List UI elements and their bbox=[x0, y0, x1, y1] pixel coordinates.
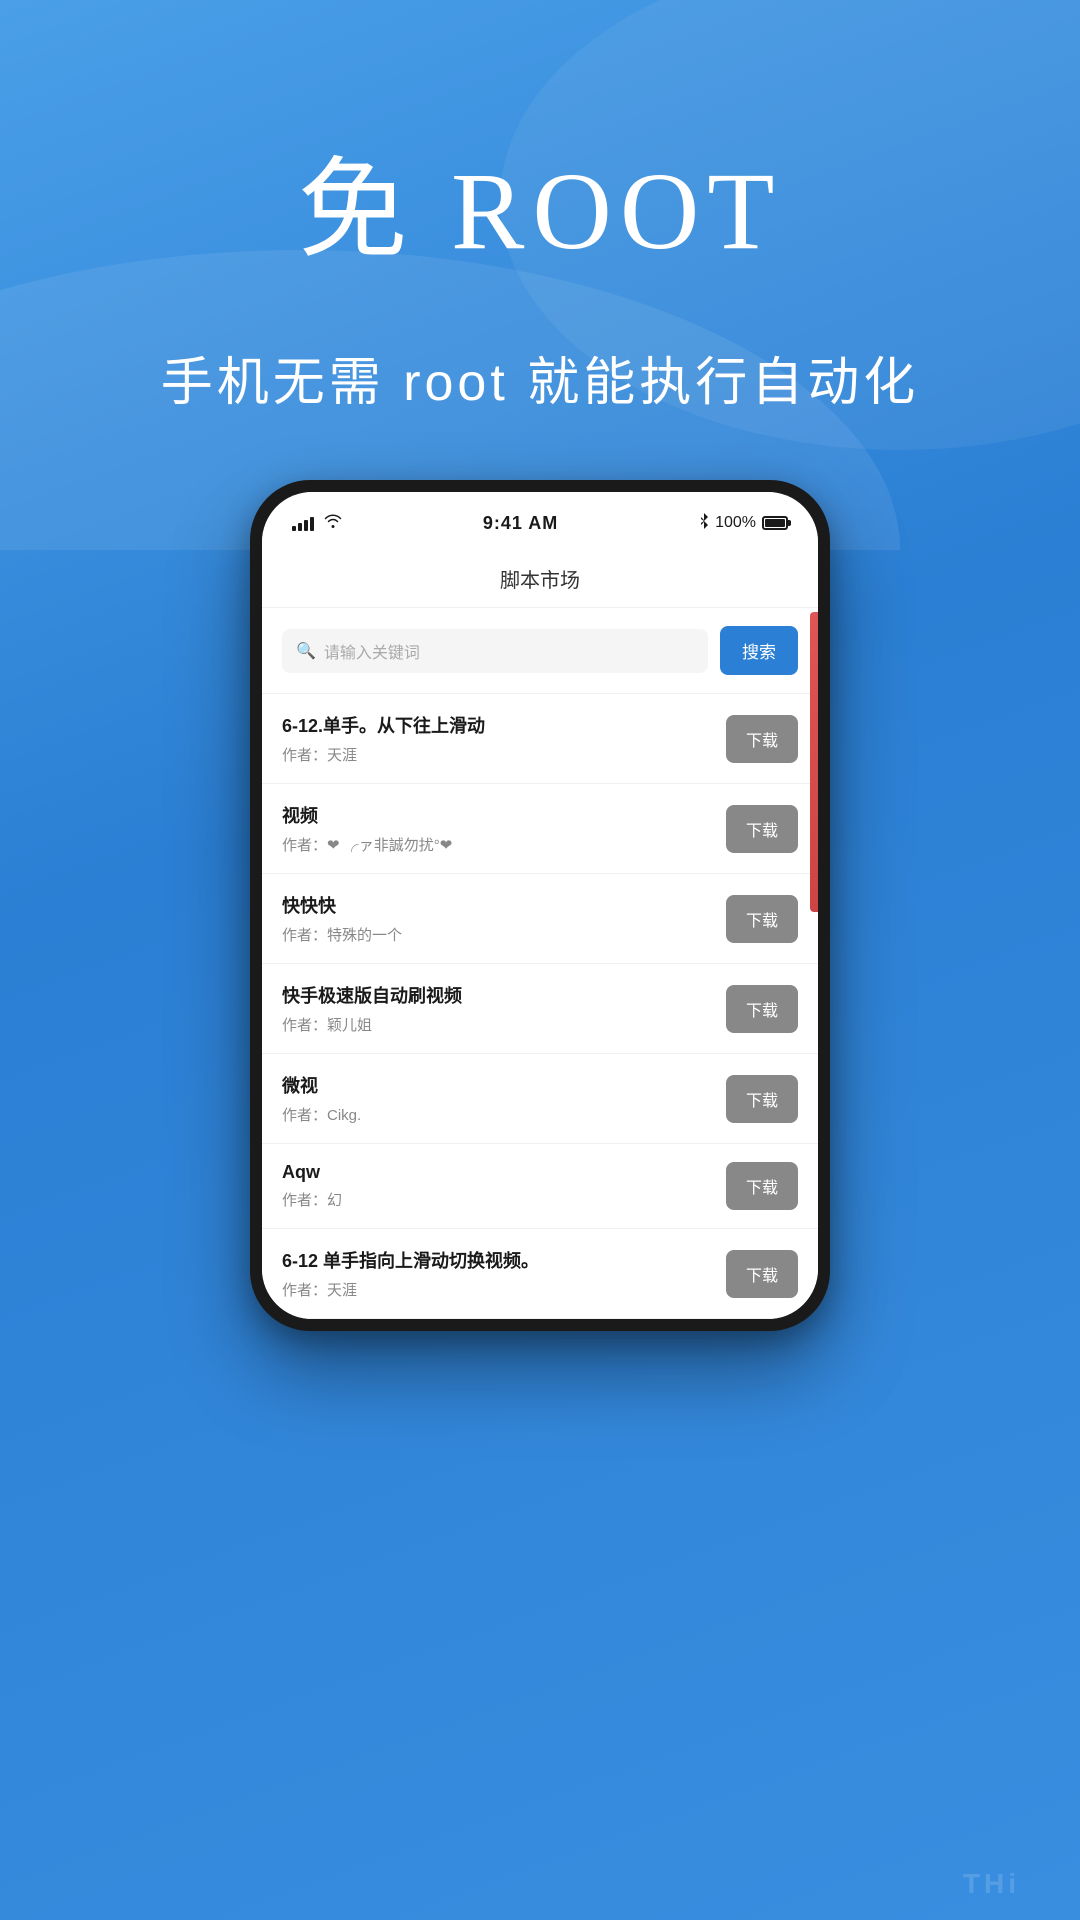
search-button[interactable]: 搜索 bbox=[720, 626, 798, 675]
item-author: 作者：天涯 bbox=[282, 1279, 726, 1300]
list-item: Aqw 作者：幻 下载 bbox=[262, 1144, 818, 1229]
download-button[interactable]: 下载 bbox=[726, 715, 798, 763]
app-title: 脚本市场 bbox=[500, 570, 580, 592]
battery-percent-text: 100% bbox=[715, 514, 756, 532]
wifi-icon bbox=[324, 514, 342, 533]
hero-section: 免 ROOT 手机无需 root 就能执行自动化 bbox=[0, 0, 1080, 415]
item-name: 视频 bbox=[282, 802, 726, 828]
download-button[interactable]: 下载 bbox=[726, 1162, 798, 1210]
phone-screen: 9:41 AM 100% 脚本市场 bbox=[262, 492, 818, 1319]
battery-icon bbox=[762, 516, 788, 530]
download-button[interactable]: 下载 bbox=[726, 895, 798, 943]
app-header: 脚本市场 bbox=[262, 548, 818, 608]
item-author: 作者：特殊的一个 bbox=[282, 924, 726, 945]
status-bar: 9:41 AM 100% bbox=[262, 492, 818, 548]
download-button[interactable]: 下载 bbox=[726, 1075, 798, 1123]
item-name: 6-12.单手。从下往上滑动 bbox=[282, 712, 726, 738]
item-content: 快手极速版自动刷视频 作者：颖儿姐 bbox=[282, 982, 726, 1035]
list-item: 快快快 作者：特殊的一个 下载 bbox=[262, 874, 818, 964]
list-item: 6-12.单手。从下往上滑动 作者：天涯 下载 bbox=[262, 694, 818, 784]
search-section: 🔍 请输入关键词 搜索 bbox=[262, 608, 818, 694]
phone-mockup: 9:41 AM 100% 脚本市场 bbox=[250, 480, 830, 1331]
item-author: 作者：天涯 bbox=[282, 744, 726, 765]
download-button[interactable]: 下载 bbox=[726, 985, 798, 1033]
item-content: 6-12 单手指向上滑动切换视频。 作者：天涯 bbox=[282, 1247, 726, 1300]
list-item: 微视 作者：Cikg. 下载 bbox=[262, 1054, 818, 1144]
battery-fill bbox=[765, 519, 785, 527]
list-item: 视频 作者：❤ ╭ァ非誠勿扰°❤ 下载 bbox=[262, 784, 818, 874]
list-item: 快手极速版自动刷视频 作者：颖儿姐 下载 bbox=[262, 964, 818, 1054]
item-author: 作者：颖儿姐 bbox=[282, 1014, 726, 1035]
hero-subtitle: 手机无需 root 就能执行自动化 bbox=[0, 340, 1080, 415]
download-button[interactable]: 下载 bbox=[726, 1250, 798, 1298]
search-placeholder: 请输入关键词 bbox=[324, 639, 420, 663]
hero-title: 免 ROOT bbox=[0, 120, 1080, 280]
item-name: Aqw bbox=[282, 1162, 726, 1183]
item-author: 作者：幻 bbox=[282, 1189, 726, 1210]
signal-bars-icon bbox=[292, 515, 314, 531]
item-name: 快快快 bbox=[282, 892, 726, 918]
item-name: 快手极速版自动刷视频 bbox=[282, 982, 726, 1008]
status-right: 100% bbox=[699, 513, 788, 534]
item-content: Aqw 作者：幻 bbox=[282, 1162, 726, 1210]
item-name: 6-12 单手指向上滑动切换视频。 bbox=[282, 1247, 726, 1273]
list-item: 6-12 单手指向上滑动切换视频。 作者：天涯 下载 bbox=[262, 1229, 818, 1319]
item-content: 微视 作者：Cikg. bbox=[282, 1072, 726, 1125]
status-left bbox=[292, 514, 342, 533]
bluetooth-icon bbox=[699, 513, 709, 534]
right-accent-bar bbox=[810, 612, 818, 912]
item-content: 快快快 作者：特殊的一个 bbox=[282, 892, 726, 945]
item-content: 视频 作者：❤ ╭ァ非誠勿扰°❤ bbox=[282, 802, 726, 855]
search-icon: 🔍 bbox=[296, 641, 316, 661]
item-author: 作者：❤ ╭ァ非誠勿扰°❤ bbox=[282, 834, 726, 855]
bottom-text: THi bbox=[963, 1868, 1020, 1900]
phone-outer-shell: 9:41 AM 100% 脚本市场 bbox=[250, 480, 830, 1331]
script-list: 6-12.单手。从下往上滑动 作者：天涯 下载 视频 作者：❤ ╭ァ非誠勿扰°❤… bbox=[262, 694, 818, 1319]
search-input-wrapper[interactable]: 🔍 请输入关键词 bbox=[282, 629, 708, 673]
item-name: 微视 bbox=[282, 1072, 726, 1098]
item-content: 6-12.单手。从下往上滑动 作者：天涯 bbox=[282, 712, 726, 765]
download-button[interactable]: 下载 bbox=[726, 805, 798, 853]
item-author: 作者：Cikg. bbox=[282, 1104, 726, 1125]
status-time: 9:41 AM bbox=[483, 513, 558, 534]
